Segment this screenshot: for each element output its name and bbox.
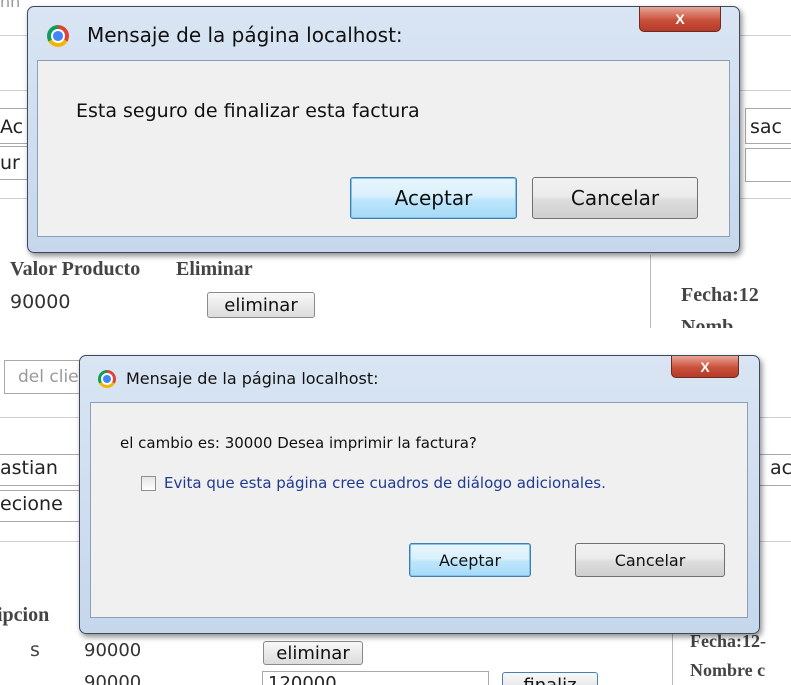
eliminar-button[interactable]: eliminar	[263, 641, 363, 665]
dialog-message: Esta seguro de finalizar esta factura	[76, 100, 420, 122]
column-header-valor: Valor Producto	[10, 258, 141, 280]
nombre-label: Nomb	[681, 316, 734, 328]
page-fragment-cliente: del clie	[18, 367, 79, 387]
alert-dialog: Mensaje de la página localhost: X el cam…	[79, 355, 760, 634]
alert-dialog: Mensaje de la página localhost: X Esta s…	[27, 6, 740, 253]
suppress-dialogs-checkbox[interactable]	[141, 475, 156, 491]
payment-input-value: 120000	[268, 673, 337, 685]
row-fragment: s	[30, 639, 40, 661]
dialog-title: Mensaje de la página localhost:	[87, 23, 403, 47]
dialog-body: el cambio es: 30000 Desea imprimir la fa…	[90, 402, 748, 618]
dialog-titlebar: Mensaje de la página localhost: X	[80, 356, 759, 392]
chrome-icon	[98, 370, 116, 388]
dialog-titlebar: Mensaje de la página localhost: X	[28, 7, 739, 47]
accept-button[interactable]: Aceptar	[409, 543, 531, 577]
close-button[interactable]: X	[639, 7, 721, 32]
fecha-label: Fecha:12	[681, 284, 759, 306]
cancel-button[interactable]: Cancelar	[532, 177, 698, 219]
fecha-label: Fecha:12-	[690, 631, 766, 651]
nombre-label: Nombre c	[690, 660, 766, 680]
cancel-button[interactable]: Cancelar	[575, 543, 725, 577]
suppress-dialogs-label: Evita que esta página cree cuadros de di…	[164, 474, 606, 492]
top-screenshot-panel: nn Ac ur sac Valor Producto Eliminar 900…	[0, 0, 791, 328]
chrome-icon	[47, 25, 69, 47]
accept-button[interactable]: Aceptar	[350, 177, 517, 219]
suppress-dialogs-row[interactable]: Evita que esta página cree cuadros de di…	[141, 474, 606, 492]
row-value: 90000	[84, 672, 142, 685]
close-button[interactable]: X	[671, 356, 739, 378]
dialog-message: el cambio es: 30000 Desea imprimir la fa…	[120, 434, 477, 452]
column-divider	[650, 255, 651, 328]
column-header-eliminar: Eliminar	[176, 258, 253, 280]
eliminar-button[interactable]: eliminar	[207, 292, 315, 318]
finalizar-button[interactable]: finaliz	[502, 672, 598, 685]
bottom-screenshot-panel: del clie astian ecione ace ipcion s 9000…	[0, 333, 791, 685]
page-fragment-astian: astian	[0, 457, 58, 479]
page-fragment-ace: ace	[770, 457, 791, 479]
page-fragment-ecione: ecione	[0, 493, 63, 515]
row-value: 90000	[10, 291, 71, 313]
page-fragment-ur: ur	[0, 152, 20, 174]
page-fragment-top: nn	[0, 0, 21, 11]
column-header-descripcion: ipcion	[0, 604, 50, 626]
row-value: 90000	[84, 640, 142, 661]
page-fragment-ac: Ac	[0, 116, 24, 138]
page-fragment-sac: sac	[750, 116, 782, 138]
dialog-body: Esta seguro de finalizar esta factura Ac…	[37, 60, 730, 237]
dialog-title: Mensaje de la página localhost:	[126, 369, 379, 388]
select-field-right[interactable]	[745, 148, 791, 182]
